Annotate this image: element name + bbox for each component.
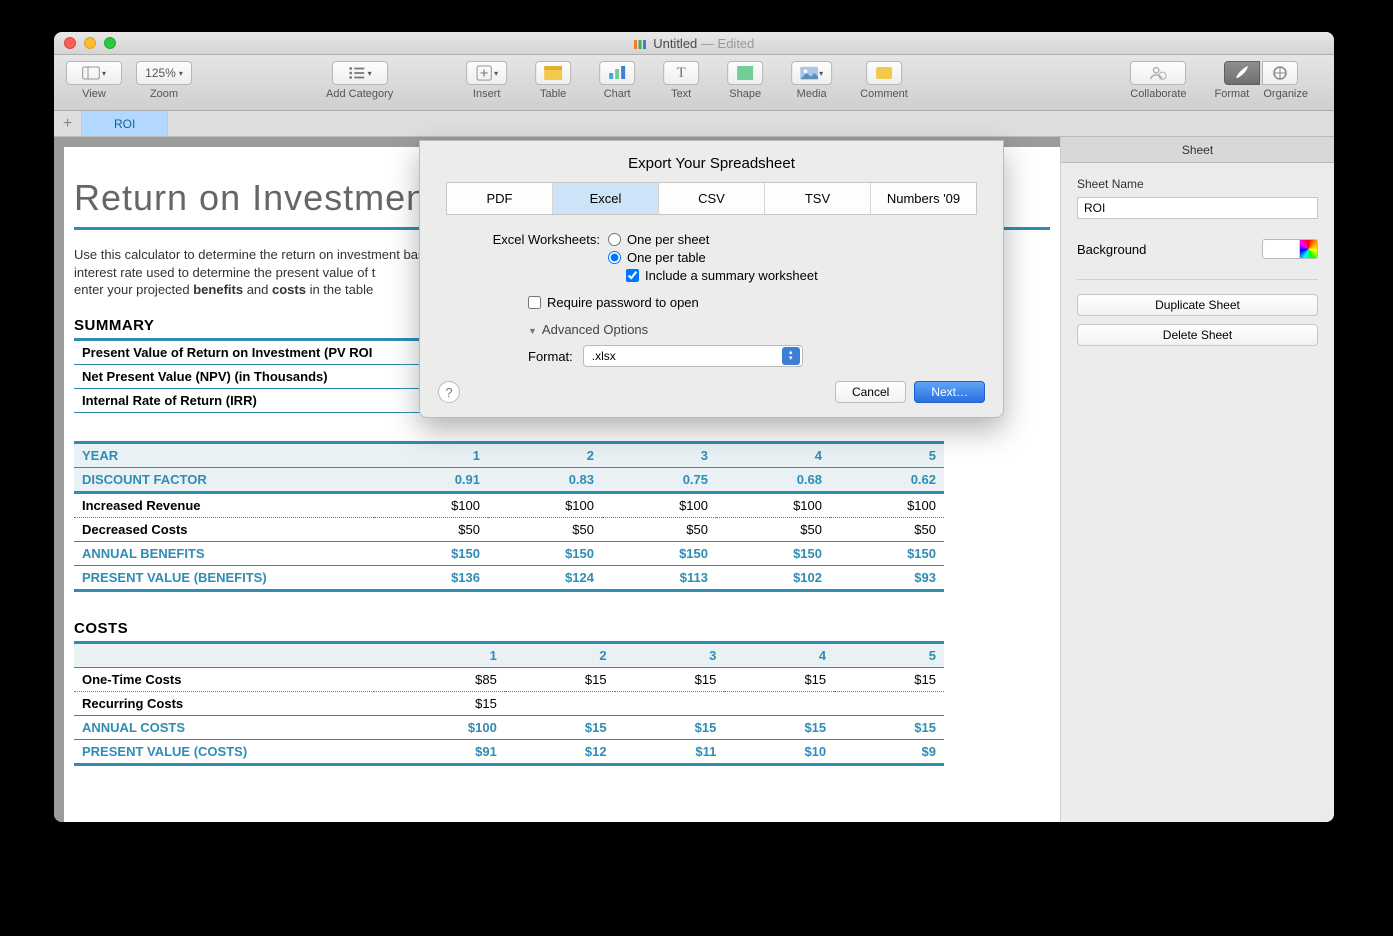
select-arrows-icon: ▴▾ [782, 347, 800, 365]
radio-one-per-table[interactable] [608, 251, 621, 264]
help-button[interactable]: ? [438, 381, 460, 403]
sheet-name-label: Sheet Name [1077, 177, 1318, 191]
table-icon [544, 65, 562, 81]
add-category-label: Add Category [326, 88, 393, 100]
comment-label: Comment [860, 88, 908, 100]
radio-one-per-sheet[interactable] [608, 233, 621, 246]
app-window: Untitled — Edited ▾ View 125%▾ Zoom [54, 32, 1334, 822]
inspector-panel: Sheet Sheet Name Background Duplicate Sh… [1060, 137, 1334, 822]
collaborate-button[interactable] [1130, 61, 1186, 85]
insert-label: Insert [473, 88, 501, 100]
sheet-name-input[interactable] [1077, 197, 1318, 219]
export-tab-excel[interactable]: Excel [553, 183, 659, 214]
shape-icon [737, 66, 753, 80]
organize-icon [1271, 65, 1289, 81]
organize-button[interactable] [1262, 61, 1298, 85]
collaborate-label: Collaborate [1130, 88, 1186, 100]
advanced-options-disclosure[interactable]: Advanced Options [528, 322, 975, 337]
checkbox-password-label: Require password to open [547, 295, 699, 310]
delete-sheet-button[interactable]: Delete Sheet [1077, 324, 1318, 346]
next-button[interactable]: Next… [914, 381, 985, 403]
media-button[interactable]: ▾ [791, 61, 832, 85]
text-button[interactable]: T [663, 61, 699, 85]
format-label: Format: [528, 349, 573, 364]
sheet-tabs: + ROI [54, 111, 1334, 137]
costs-table[interactable]: 12345 One-Time Costs $85$15$15$15$15 Rec… [74, 641, 944, 766]
worksheets-label: Excel Worksheets: [448, 232, 608, 247]
chart-icon [608, 65, 626, 81]
zoom-label: Zoom [150, 88, 178, 100]
media-icon [800, 65, 818, 81]
cancel-button[interactable]: Cancel [835, 381, 906, 403]
sidebar-icon [82, 65, 100, 81]
checkbox-require-password[interactable] [528, 296, 541, 309]
add-sheet-button[interactable]: + [54, 111, 82, 136]
shape-label: Shape [729, 88, 761, 100]
format-label: Format [1215, 88, 1250, 100]
zoom-dropdown[interactable]: 125%▾ [136, 61, 192, 85]
chart-button[interactable] [599, 61, 635, 85]
checkbox-summary-label: Include a summary worksheet [645, 268, 818, 283]
media-label: Media [797, 88, 827, 100]
view-button[interactable]: ▾ [66, 61, 122, 85]
color-wheel-icon [1299, 240, 1317, 258]
background-color-swatch[interactable] [1262, 239, 1318, 259]
toolbar: ▾ View 125%▾ Zoom ▾ Add Category [54, 55, 1334, 111]
comment-button[interactable] [866, 61, 902, 85]
person-icon [1149, 65, 1167, 81]
format-button[interactable] [1224, 61, 1260, 85]
export-format-tabs: PDF Excel CSV TSV Numbers '09 [446, 182, 977, 215]
text-icon: T [677, 65, 686, 82]
costs-heading: COSTS [74, 620, 1050, 637]
shape-button[interactable] [727, 61, 763, 85]
organize-label: Organize [1263, 88, 1308, 100]
table-label: Table [540, 88, 566, 100]
app-icon [634, 40, 646, 49]
sheet-tab-roi[interactable]: ROI [82, 111, 168, 136]
background-label: Background [1077, 242, 1146, 257]
benefits-table[interactable]: YEAR 12345 DISCOUNT FACTOR 0.910.830.750… [74, 441, 944, 592]
titlebar: Untitled — Edited [54, 32, 1334, 55]
format-value: .xlsx [592, 349, 616, 363]
duplicate-sheet-button[interactable]: Duplicate Sheet [1077, 294, 1318, 316]
inspector-tab-sheet[interactable]: Sheet [1061, 137, 1334, 163]
export-dialog: Export Your Spreadsheet PDF Excel CSV TS… [419, 140, 1004, 418]
brush-icon [1233, 65, 1251, 81]
chart-label: Chart [604, 88, 631, 100]
comment-icon [876, 67, 892, 79]
checkbox-summary-worksheet[interactable] [626, 269, 639, 282]
export-tab-pdf[interactable]: PDF [447, 183, 553, 214]
insert-button[interactable]: ▾ [466, 61, 507, 85]
export-tab-numbers09[interactable]: Numbers '09 [871, 183, 976, 214]
text-label: Text [671, 88, 691, 100]
add-category-button[interactable]: ▾ [332, 61, 388, 85]
window-title: Untitled — Edited [54, 36, 1334, 51]
format-select[interactable]: .xlsx ▴▾ [583, 345, 803, 367]
view-label: View [82, 88, 106, 100]
export-tab-csv[interactable]: CSV [659, 183, 765, 214]
list-icon [348, 65, 366, 81]
export-title: Export Your Spreadsheet [420, 141, 1003, 182]
radio-one-per-sheet-label: One per sheet [627, 232, 709, 247]
table-button[interactable] [535, 61, 571, 85]
plus-box-icon [475, 65, 493, 81]
radio-one-per-table-label: One per table [627, 250, 706, 265]
export-tab-tsv[interactable]: TSV [765, 183, 871, 214]
